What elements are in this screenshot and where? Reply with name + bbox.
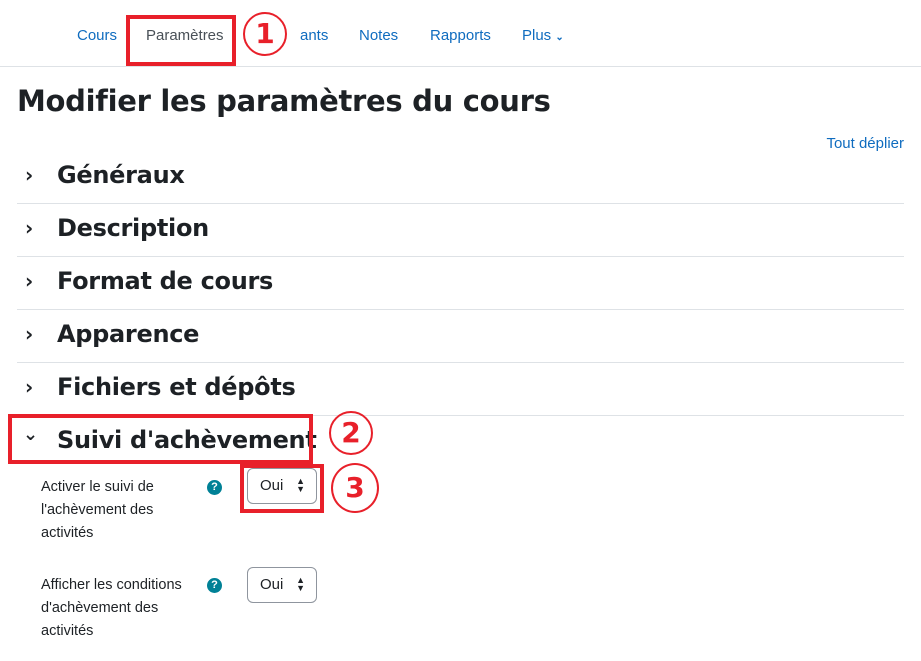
tab-plus[interactable]: Plus ⌄ xyxy=(522,27,564,44)
section-title: Fichiers et dépôts xyxy=(57,373,296,401)
select-value: Oui xyxy=(260,576,284,593)
chevron-right-icon: › xyxy=(25,163,34,187)
tab-plus-label: Plus xyxy=(522,27,552,44)
section-description[interactable]: › Description xyxy=(17,204,904,257)
annotation-box-2 xyxy=(8,414,313,464)
chevron-right-icon: › xyxy=(25,269,34,293)
tab-rapports[interactable]: Rapports xyxy=(430,27,491,44)
chevron-right-icon: › xyxy=(25,375,34,399)
tab-participants[interactable]: ants xyxy=(300,27,328,44)
question-circle-icon[interactable]: ? xyxy=(207,480,222,495)
expand-all-link[interactable]: Tout déplier xyxy=(826,135,904,152)
annotation-step-2: 2 xyxy=(329,411,373,455)
sort-arrows-icon: ▲ ▼ xyxy=(296,575,305,593)
annotation-box-1 xyxy=(126,15,236,66)
page-title: Modifier les paramètres du cours xyxy=(17,84,551,118)
section-title: Format de cours xyxy=(57,267,274,295)
chevron-right-icon: › xyxy=(25,322,34,346)
chevron-right-icon: › xyxy=(25,216,34,240)
section-fichiers[interactable]: › Fichiers et dépôts xyxy=(17,363,904,416)
tab-notes[interactable]: Notes xyxy=(359,27,398,44)
field-label-enable-completion: Activer le suivi de l'achèvement des act… xyxy=(41,479,154,541)
section-generaux[interactable]: › Généraux xyxy=(17,151,904,204)
show-conditions-select[interactable]: Oui ▲ ▼ xyxy=(247,567,317,603)
chevron-down-icon: ⌄ xyxy=(555,32,564,43)
section-format[interactable]: › Format de cours xyxy=(17,257,904,310)
tab-cours[interactable]: Cours xyxy=(77,27,117,44)
annotation-step-1: 1 xyxy=(243,12,287,56)
annotation-step-3: 3 xyxy=(331,463,379,513)
question-circle-icon[interactable]: ? xyxy=(207,578,222,593)
field-label-show-conditions: Afficher les conditions d'achèvement des… xyxy=(41,577,182,639)
section-apparence[interactable]: › Apparence xyxy=(17,310,904,363)
section-title: Généraux xyxy=(57,161,185,189)
section-title: Apparence xyxy=(57,320,200,348)
section-title: Description xyxy=(57,214,209,242)
annotation-box-3 xyxy=(240,464,324,513)
